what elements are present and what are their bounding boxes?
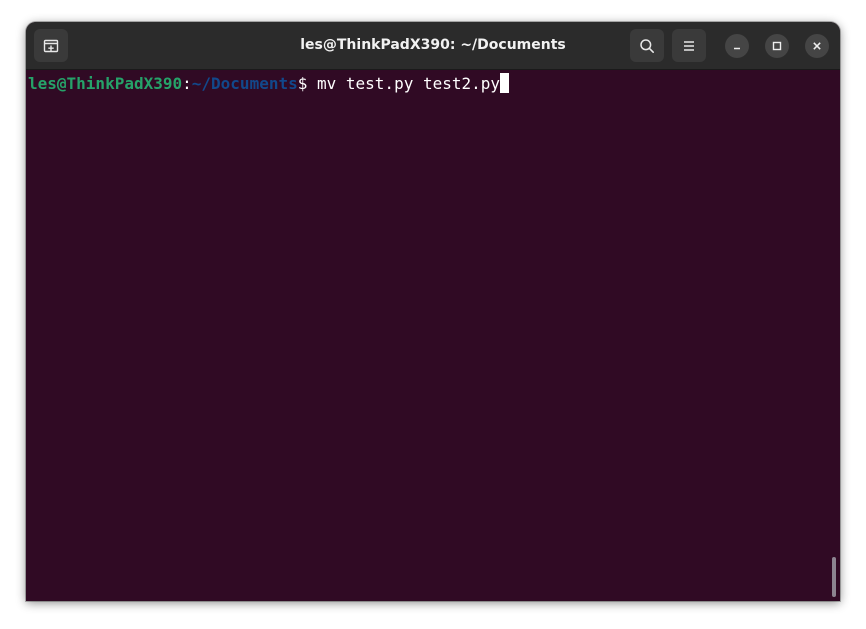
- text-cursor: [500, 73, 510, 93]
- search-icon: [640, 38, 654, 53]
- headerbar: les@ThinkPadX390: ~/Documents: [26, 22, 840, 70]
- new-tab-button[interactable]: [34, 29, 68, 62]
- search-button[interactable]: [630, 29, 664, 62]
- close-button[interactable]: [805, 34, 829, 58]
- hamburger-menu-icon: [684, 40, 694, 51]
- scrollbar[interactable]: [832, 557, 836, 597]
- window-title: les@ThinkPadX390: ~/Documents: [300, 37, 566, 53]
- maximize-button[interactable]: [765, 34, 789, 58]
- command-input[interactable]: mv test.py test2.py: [317, 74, 500, 93]
- minimize-button[interactable]: [725, 34, 749, 58]
- prompt-path: ~/Documents: [191, 74, 298, 93]
- prompt-colon: :: [182, 74, 192, 93]
- close-icon: [813, 42, 821, 50]
- new-tab-icon: [43, 39, 59, 52]
- prompt-line: les@ThinkPadX390:~/Documents$ mv test.py…: [28, 73, 510, 95]
- menu-button[interactable]: [672, 29, 706, 62]
- terminal-area[interactable]: les@ThinkPadX390:~/Documents$ mv test.py…: [26, 70, 840, 601]
- maximize-icon: [772, 41, 782, 51]
- prompt-user-host: les@ThinkPadX390: [28, 74, 183, 93]
- terminal-window: les@ThinkPadX390: ~/Documents les@ThinkP…: [26, 22, 840, 601]
- minimize-icon: [734, 47, 740, 50]
- prompt-dollar: $: [297, 74, 317, 93]
